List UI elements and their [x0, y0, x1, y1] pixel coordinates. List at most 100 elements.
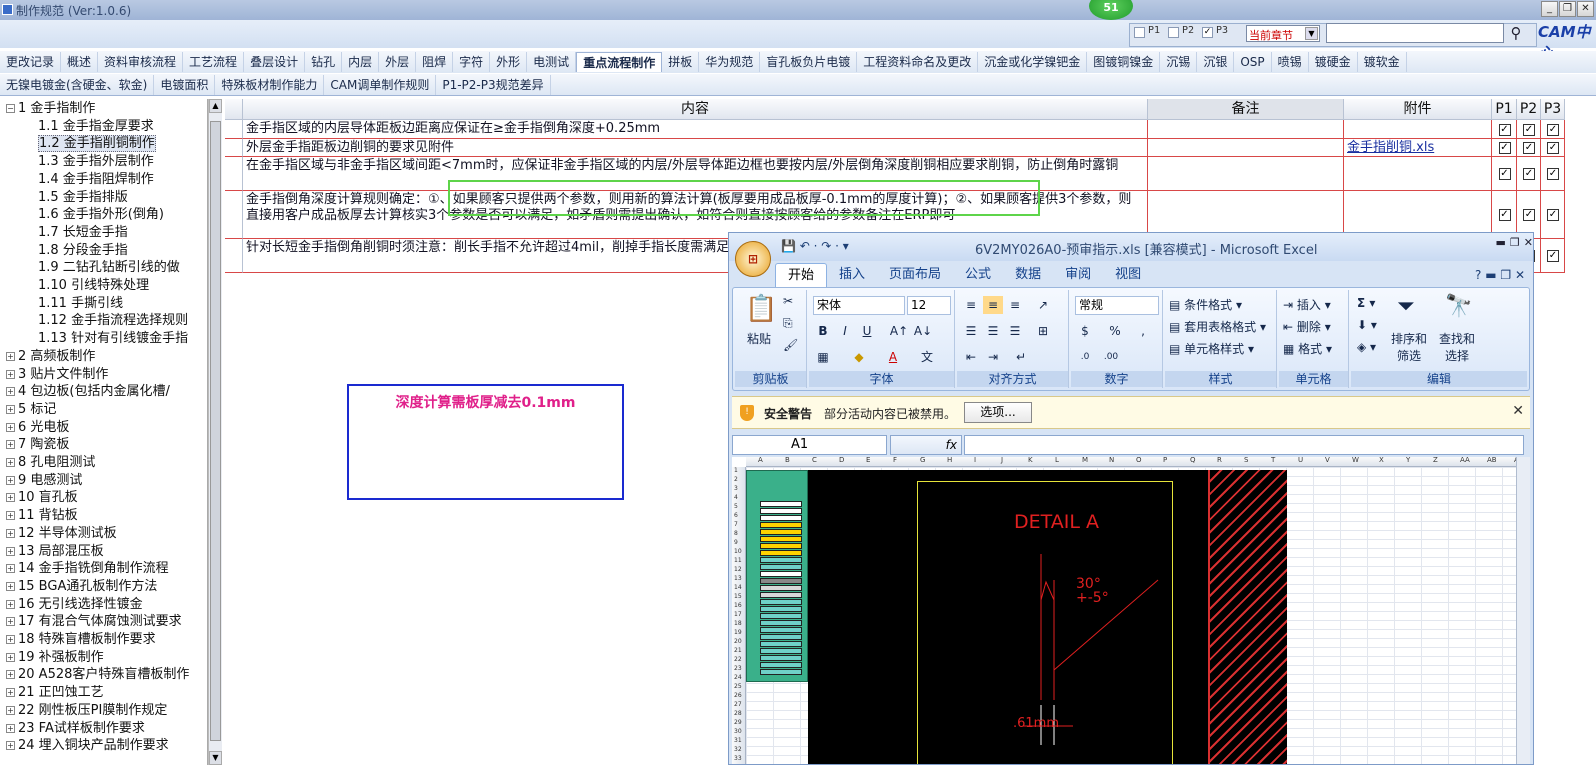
tab-3[interactable]: 工艺流程 — [183, 52, 245, 72]
increase-decimal-icon[interactable]: .0 — [1075, 348, 1095, 366]
tab-4[interactable]: 叠层设计 — [244, 52, 306, 72]
tree-item[interactable]: +3 贴片文件制作 — [6, 366, 108, 384]
row-number[interactable]: 14 — [734, 584, 742, 591]
clear-icon[interactable]: ◈ ▾ — [1357, 340, 1376, 354]
tab-12[interactable]: 重点流程制作 — [576, 52, 663, 72]
subtab-1[interactable]: 电镀面积 — [154, 74, 216, 95]
cut-icon[interactable]: ✂ — [783, 294, 793, 308]
comma-icon[interactable]: , — [1133, 322, 1153, 340]
row-number[interactable]: 19 — [734, 629, 742, 636]
minimize-button[interactable]: _ — [1541, 1, 1558, 17]
tree-item[interactable]: 1.13 针对有引线镀金手指 — [38, 330, 188, 348]
tree-item[interactable]: +22 刚性板压PI膜制作规定 — [6, 702, 167, 720]
tree-item[interactable]: 1.11 手撕引线 — [38, 295, 123, 313]
row-number[interactable]: 25 — [734, 683, 742, 690]
tree-item[interactable]: +13 局部混压板 — [6, 543, 104, 561]
row-number[interactable]: 20 — [734, 638, 742, 645]
expand-icon[interactable]: + — [6, 493, 15, 503]
format-as-table-button[interactable]: ▤ 套用表格格式 ▾ — [1169, 318, 1266, 335]
row-number[interactable]: 8 — [734, 530, 738, 537]
cell-styles-button[interactable]: ▤ 单元格样式 ▾ — [1169, 340, 1254, 357]
ribbon-tab-4[interactable]: 数据 — [1003, 263, 1053, 287]
conditional-format-button[interactable]: ▤ 条件格式 ▾ — [1169, 296, 1242, 313]
column-header[interactable]: G — [920, 456, 925, 464]
row-number[interactable]: 4 — [734, 494, 738, 501]
expand-icon[interactable]: + — [6, 635, 15, 644]
insert-function-button[interactable]: fx — [890, 435, 962, 455]
p2-row-checkbox[interactable]: ✓ — [1523, 142, 1535, 154]
tree-item[interactable]: +7 陶瓷板 — [6, 436, 69, 454]
column-header[interactable]: X — [1379, 456, 1384, 464]
expand-icon[interactable]: + — [6, 564, 15, 574]
tree-item[interactable]: 1.9 二钻孔钻断引线的做 — [38, 259, 180, 277]
expand-icon[interactable]: + — [6, 670, 15, 680]
tree-item[interactable]: 1.8 分段金手指 — [38, 242, 128, 260]
expand-icon[interactable]: + — [6, 404, 15, 414]
expand-icon[interactable]: + — [6, 688, 15, 698]
maximize-button[interactable]: ❐ — [1559, 1, 1576, 17]
tree-item[interactable]: 1.2 金手指削铜制作 — [38, 135, 156, 153]
row-number[interactable]: 17 — [734, 611, 742, 618]
orientation-icon[interactable]: ↗ — [1033, 296, 1053, 314]
cell-remark[interactable] — [1148, 139, 1344, 157]
tab-14[interactable]: 华为规范 — [699, 52, 761, 72]
font-size-select[interactable]: 12 — [907, 296, 951, 315]
tab-21[interactable]: OSP — [1234, 52, 1272, 72]
column-header[interactable]: F — [893, 456, 897, 464]
font-color-icon[interactable]: A — [883, 348, 903, 366]
excel-restore-button[interactable]: ❐ — [1510, 236, 1520, 249]
ribbon-tab-0[interactable]: 开始 — [775, 263, 828, 287]
column-header[interactable]: Q — [1190, 456, 1196, 464]
delete-cells-button[interactable]: ⇤ 删除 ▾ — [1283, 318, 1331, 335]
tree-item[interactable]: +2 高频板制作 — [6, 348, 95, 366]
tree-item[interactable]: 1.3 金手指外层制作 — [38, 153, 154, 171]
excel-window[interactable]: 💾 ↶ · ↷ · ▾ 6V2MY026A0-预审指示.xls [兼容模式] -… — [728, 232, 1534, 765]
copy-icon[interactable]: ⎘ — [783, 316, 793, 331]
tab-7[interactable]: 外层 — [379, 52, 417, 72]
row-number[interactable]: 10 — [734, 548, 742, 555]
insert-cells-button[interactable]: ⇥ 插入 ▾ — [1283, 296, 1331, 313]
tab-9[interactable]: 字符 — [453, 52, 491, 72]
close-icon[interactable]: ✕ — [1512, 403, 1524, 419]
grow-font-icon[interactable]: A↑ — [889, 322, 909, 340]
tab-2[interactable]: 资料审核流程 — [98, 52, 184, 72]
italic-icon[interactable]: I — [835, 322, 855, 340]
row-header[interactable] — [225, 120, 243, 139]
row-number[interactable]: 9 — [734, 539, 738, 546]
tab-13[interactable]: 拼板 — [662, 52, 700, 72]
tab-10[interactable]: 外形 — [490, 52, 528, 72]
tab-11[interactable]: 电测试 — [527, 52, 577, 72]
p2-row-checkbox[interactable]: ✓ — [1523, 123, 1535, 136]
p2-row-checkbox[interactable]: ✓ — [1523, 168, 1535, 180]
fill-color-icon[interactable]: ◆ — [849, 348, 869, 366]
row-number[interactable]: 6 — [734, 512, 738, 519]
expand-icon[interactable]: + — [6, 581, 15, 591]
row-number[interactable]: 12 — [734, 566, 742, 573]
row-number[interactable]: 26 — [734, 692, 742, 699]
expand-icon[interactable]: + — [6, 599, 15, 609]
excel-minimize-button[interactable]: ▬ — [1496, 236, 1506, 249]
align-center-icon[interactable]: ☰ — [983, 322, 1003, 340]
tree-item[interactable]: +19 补强板制作 — [6, 649, 104, 667]
p1-checkbox[interactable] — [1134, 27, 1145, 38]
chapter-tree[interactable]: −1 金手指制作 1.1 金手指金厚要求 1.2 金手指削铜制作 1.3 金手指外层制… — [0, 99, 208, 765]
row-number[interactable]: 31 — [734, 737, 742, 744]
align-left-icon[interactable]: ☰ — [961, 322, 981, 340]
row-number[interactable]: 3 — [734, 485, 738, 492]
p3-row-checkbox[interactable]: ✓ — [1547, 209, 1559, 221]
row-number[interactable]: 11 — [734, 557, 742, 564]
tab-6[interactable]: 内层 — [342, 52, 380, 72]
row-number[interactable]: 24 — [734, 674, 742, 681]
p1-row-checkbox[interactable]: ✓ — [1498, 142, 1511, 154]
scroll-down-icon[interactable]: ▼ — [209, 751, 222, 765]
expand-icon[interactable]: + — [6, 705, 15, 715]
row-number[interactable]: 13 — [734, 575, 742, 582]
attachment-link[interactable]: 金手指削铜.xls — [1347, 140, 1434, 155]
column-header[interactable]: S — [1244, 456, 1248, 464]
expand-icon[interactable]: + — [6, 440, 15, 450]
tab-1[interactable]: 概述 — [61, 52, 99, 72]
p1-row-checkbox[interactable]: ✓ — [1498, 209, 1511, 221]
autosum-icon[interactable]: Σ ▾ — [1357, 296, 1375, 310]
row-number[interactable]: 18 — [734, 620, 742, 627]
office-button[interactable]: ⊞ — [735, 241, 771, 277]
